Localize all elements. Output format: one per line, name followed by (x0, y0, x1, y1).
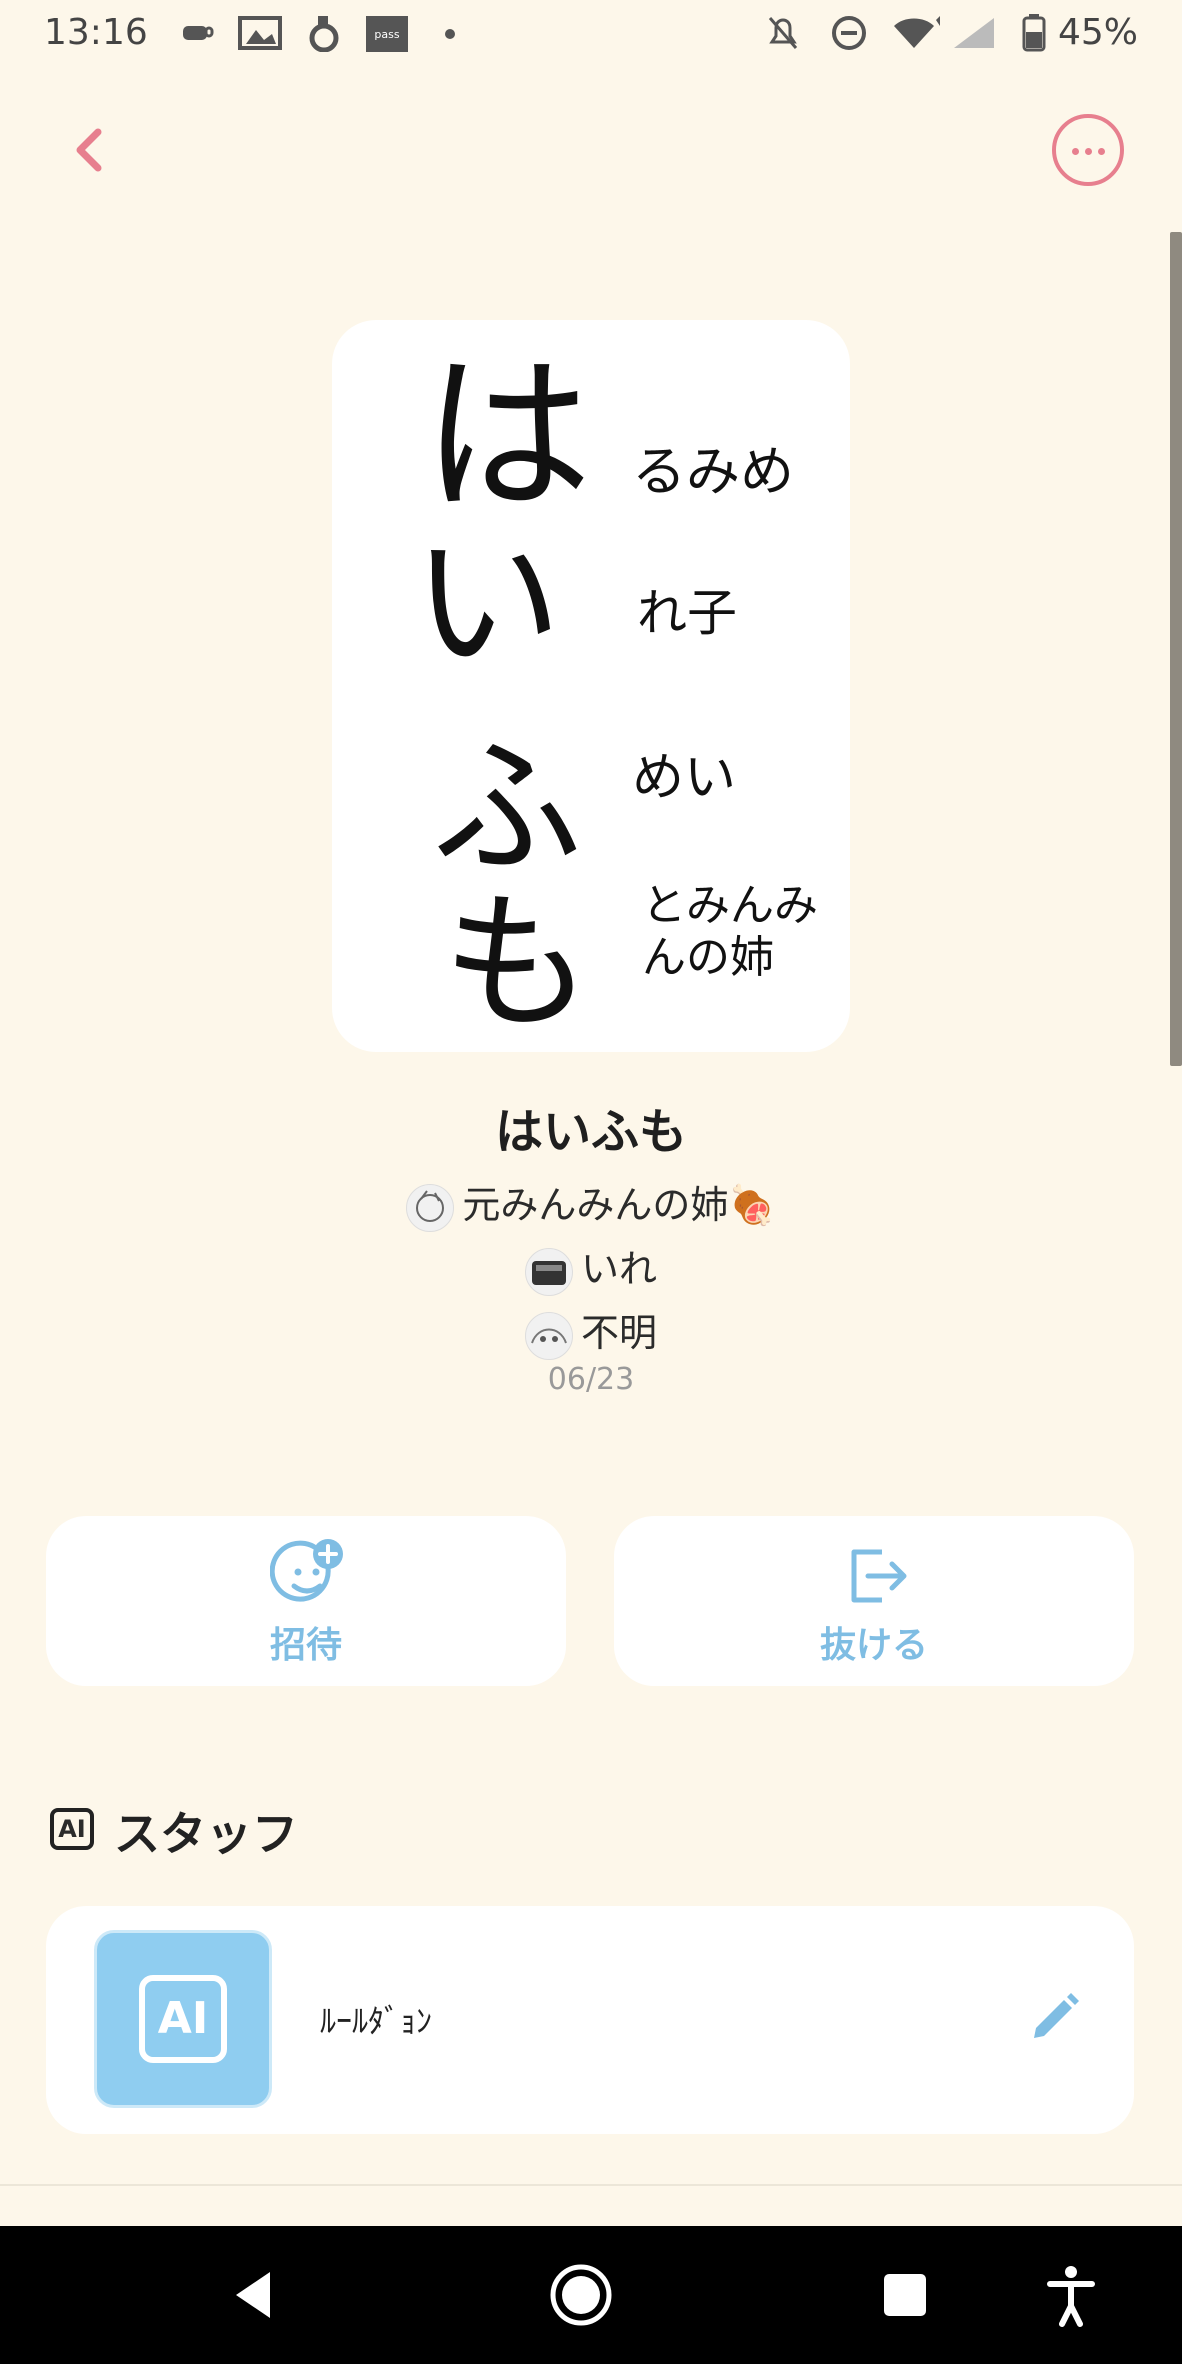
bell-off-icon (768, 17, 798, 49)
recents-square-icon[interactable] (880, 2262, 930, 2328)
member-row[interactable]: いれ (0, 1238, 1182, 1296)
calligraphy-char: るみめ (632, 440, 794, 503)
calligraphy-char: は (422, 338, 592, 536)
battery-percent: 45% (1058, 12, 1139, 53)
member-name: いれ (580, 1247, 657, 1291)
chevron-left-icon (76, 128, 102, 172)
member-avatar (524, 1247, 573, 1296)
calligraphy-char: い (412, 517, 562, 691)
battery-icon (1022, 14, 1046, 52)
member-avatar (406, 1183, 455, 1232)
member-row[interactable]: 不明 (0, 1302, 1182, 1360)
calligraphy-char: とみんみ (642, 880, 818, 931)
status-bar: 13:16 pass 45% (0, 0, 1182, 70)
status-time: 13:16 (44, 12, 148, 53)
app-icon (309, 16, 339, 52)
ai-logo: AI (139, 1975, 227, 2063)
gallery-icon (238, 16, 282, 50)
calligraphy-char: も (442, 877, 592, 1051)
edit-staff-button[interactable] (1024, 1988, 1084, 2048)
group-date: 06/23 (547, 1362, 635, 1397)
accessibility-icon[interactable] (1046, 2262, 1096, 2328)
group-name: はいふも (494, 1104, 687, 1160)
staff-item[interactable]: AI ﾙｰﾙﾀﾞｮﾝ (46, 1906, 1134, 2134)
more-options-button[interactable] (1052, 114, 1124, 186)
pass-icon: pass (366, 16, 408, 52)
calligraphy-char: ふ (432, 722, 582, 896)
invite-button[interactable]: 招待 (46, 1516, 566, 1686)
wifi-icon (894, 16, 940, 48)
leave-label: 抜ける (819, 1625, 928, 1666)
add-friend-icon (270, 1539, 343, 1602)
calligraphy-char: めい (632, 748, 736, 808)
ai-icon: AI (50, 1808, 94, 1850)
back-triangle-icon[interactable] (226, 2262, 276, 2328)
calligraphy-char: れ子 (637, 584, 737, 642)
svg-text:pass: pass (374, 28, 399, 41)
member-avatar (524, 1311, 573, 1360)
scrollbar[interactable] (1170, 232, 1182, 1066)
invite-label: 招待 (269, 1625, 342, 1666)
group-icon-image[interactable]: は い ふ も るみめ れ子 めい とみんみ んの姉 (332, 320, 850, 1052)
home-circle-icon[interactable] (546, 2262, 616, 2328)
pencil-icon (1034, 1993, 1079, 2038)
member-name: 不明 (580, 1311, 657, 1355)
dot-icon (445, 29, 455, 39)
member-name: 元みんみんの姉🍖 (462, 1183, 776, 1227)
exit-icon (851, 1549, 907, 1603)
signal-icon (954, 18, 994, 48)
member-row[interactable]: 元みんみんの姉🍖 (0, 1174, 1182, 1232)
more-horizontal-icon (1072, 148, 1079, 155)
divider (0, 2184, 1182, 2186)
system-nav-bar (0, 2226, 1182, 2364)
calligraphy-char: んの姉 (642, 932, 774, 983)
staff-name: ﾙｰﾙﾀﾞｮﾝ (320, 2002, 433, 2040)
back-button[interactable] (62, 112, 122, 192)
staff-avatar: AI (94, 1930, 272, 2108)
do-not-disturb-icon (832, 16, 866, 50)
coffee-icon (183, 26, 214, 40)
leave-button[interactable]: 抜ける (614, 1516, 1134, 1686)
staff-heading: スタッフ (114, 1807, 298, 1861)
